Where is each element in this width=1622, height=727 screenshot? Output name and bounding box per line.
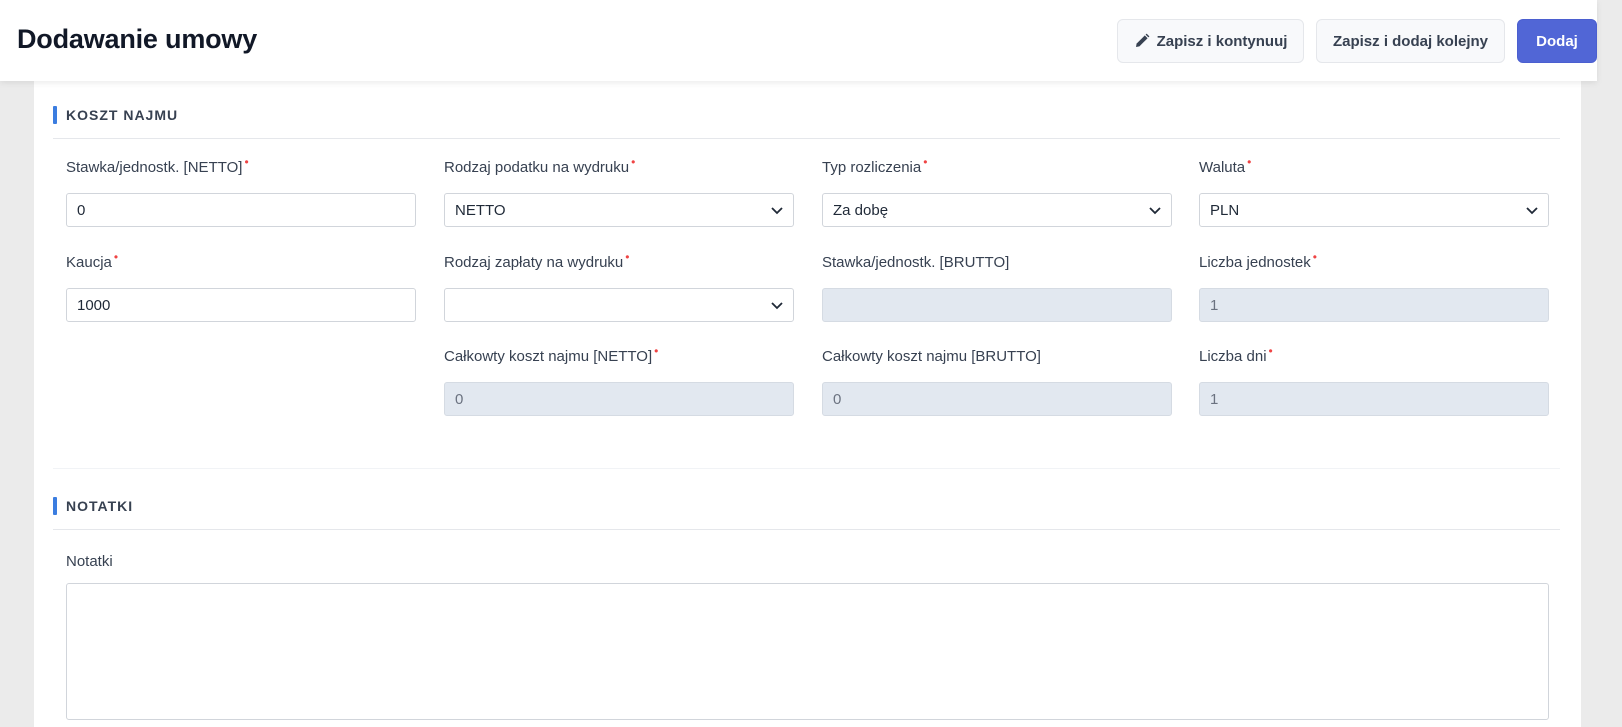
payment-type-select[interactable]	[444, 288, 794, 322]
payment-type-label: Rodzaj zapłaty na wydruku •	[444, 250, 630, 271]
tax-type-select[interactable]: NETTO	[444, 193, 794, 227]
rate-net-label: Stawka/jednostk. [NETTO] •	[66, 155, 249, 176]
chevron-down-icon	[1149, 207, 1161, 215]
section-header-notes: NOTATKI	[53, 497, 1560, 530]
currency-select[interactable]: PLN	[1199, 193, 1549, 227]
rate-gross-input	[822, 288, 1172, 322]
total-net-label: Całkowty koszt najmu [NETTO] •	[444, 344, 659, 365]
required-marker: •	[244, 155, 249, 169]
required-marker: •	[1268, 344, 1273, 358]
save-and-continue-label: Zapisz i kontynuuj	[1156, 32, 1288, 50]
currency-label: Waluta •	[1199, 155, 1252, 176]
total-gross-input: 0	[822, 382, 1172, 416]
notes-label: Notatki	[66, 553, 113, 570]
save-and-add-next-button[interactable]: Zapisz i dodaj kolejny	[1316, 19, 1505, 63]
page-title: Dodawanie umowy	[17, 24, 258, 54]
settlement-type-select[interactable]: Za dobę	[822, 193, 1172, 227]
form-card: KOSZT NAJMU Stawka/jednostk. [NETTO] • 0 …	[34, 81, 1581, 727]
settlement-type-label: Typ rozliczenia •	[822, 155, 928, 176]
required-marker: •	[113, 250, 119, 264]
required-marker: •	[923, 155, 928, 169]
tax-type-label: Rodzaj podatku na wydruku •	[444, 155, 636, 176]
section-header-cost: KOSZT NAJMU	[53, 106, 1560, 139]
deposit-input[interactable]: 1000	[66, 288, 416, 322]
required-marker: •	[1312, 250, 1317, 264]
total-gross-label: Całkowty koszt najmu [BRUTTO]	[822, 348, 1041, 365]
pencil-icon	[1135, 33, 1149, 47]
days-count-input: 1	[1199, 382, 1549, 416]
top-bar: Dodawanie umowy Zapisz i kontynuuj Zapis…	[0, 0, 1597, 81]
add-label: Dodaj	[1536, 32, 1578, 50]
deposit-label: Kaucja •	[66, 250, 119, 271]
total-net-input: 0	[444, 382, 794, 416]
required-marker: •	[631, 155, 636, 169]
notes-textarea[interactable]	[66, 583, 1549, 720]
required-marker: •	[625, 250, 630, 264]
save-and-add-next-label: Zapisz i dodaj kolejny	[1332, 32, 1489, 50]
rate-net-input[interactable]: 0	[66, 193, 416, 227]
required-marker: •	[1247, 155, 1252, 169]
unit-count-label: Liczba jednostek •	[1199, 250, 1317, 271]
section-title-cost: KOSZT NAJMU	[66, 107, 179, 123]
required-marker: •	[654, 344, 659, 358]
section-accent-bar	[53, 106, 57, 124]
section-divider	[53, 468, 1560, 469]
save-and-continue-button[interactable]: Zapisz i kontynuuj	[1117, 19, 1304, 63]
chevron-down-icon	[771, 302, 783, 310]
section-title-notes: NOTATKI	[66, 498, 134, 514]
rate-gross-label: Stawka/jednostk. [BRUTTO]	[822, 254, 1010, 271]
chevron-down-icon	[771, 207, 783, 215]
days-count-label: Liczba dni •	[1199, 344, 1273, 365]
section-accent-bar	[53, 497, 57, 515]
chevron-down-icon	[1526, 207, 1538, 215]
unit-count-input: 1	[1199, 288, 1549, 322]
add-button[interactable]: Dodaj	[1517, 19, 1597, 63]
